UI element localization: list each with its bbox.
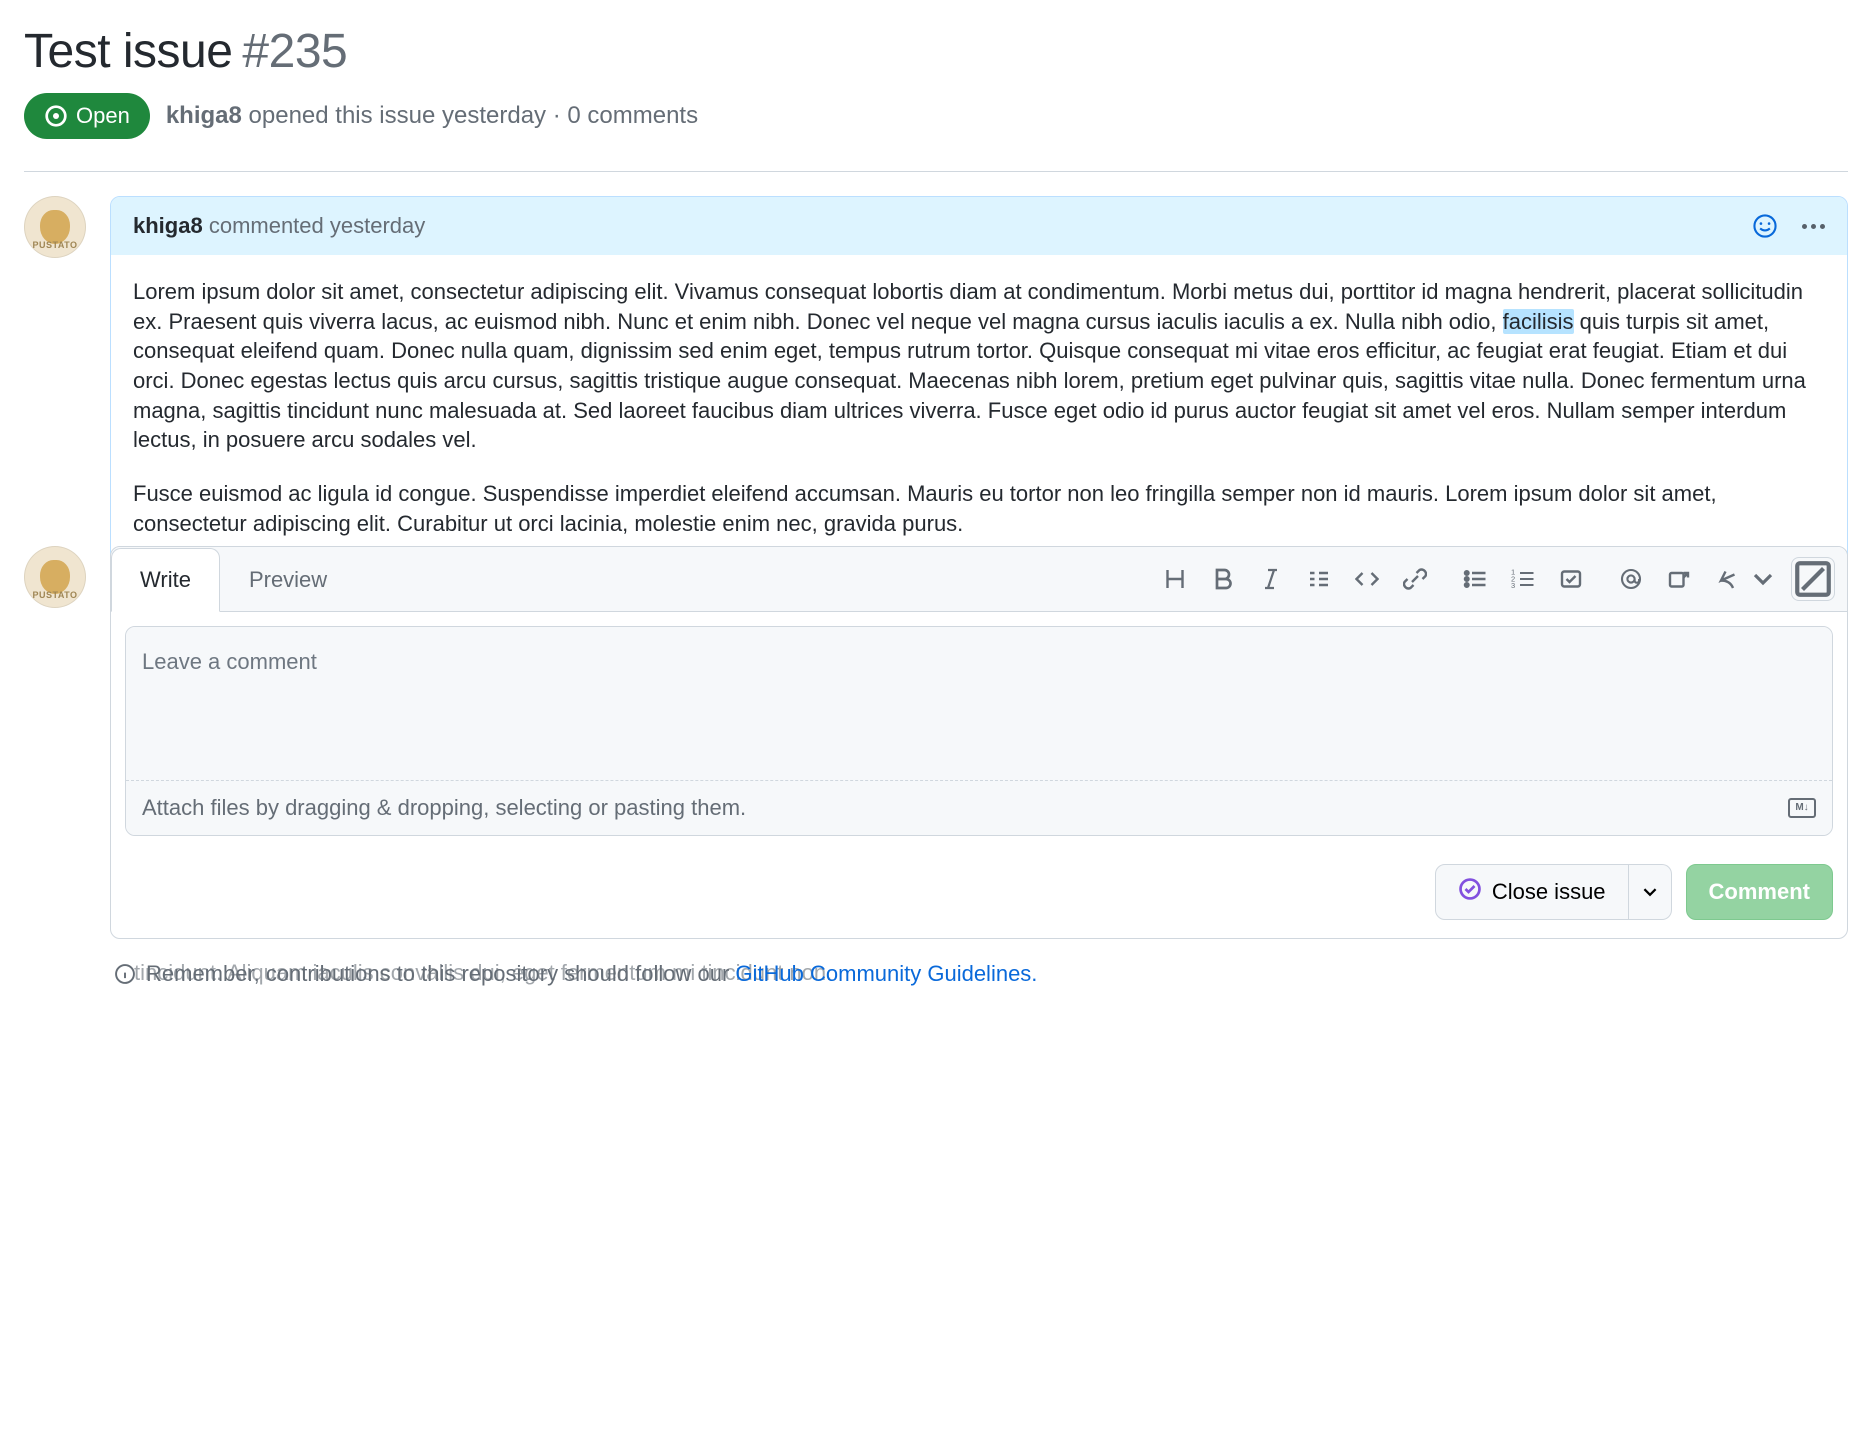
tab-write[interactable]: Write: [111, 548, 220, 612]
compose-actions: Close issue Comment: [111, 850, 1847, 938]
comment-menu-button[interactable]: [1802, 224, 1825, 229]
comment-button[interactable]: Comment: [1686, 864, 1833, 920]
issue-open-icon: [44, 104, 68, 128]
divider: [24, 171, 1848, 172]
mention-icon[interactable]: [1609, 557, 1653, 601]
comment-time: commented yesterday: [209, 213, 425, 238]
guidelines-footer: tincidunt. Aliquam iaculis convallis dui…: [24, 961, 1848, 987]
issue-title: Test issue #235: [24, 24, 1848, 79]
link-icon[interactable]: [1393, 557, 1437, 601]
issue-title-text: Test issue: [24, 24, 232, 79]
svg-text:3: 3: [1511, 581, 1515, 590]
collapse-icon[interactable]: [1791, 557, 1835, 601]
issue-closed-icon: [1458, 877, 1482, 907]
issue-author[interactable]: khiga8: [166, 102, 242, 129]
add-reaction-button[interactable]: [1752, 213, 1778, 239]
avatar[interactable]: PUSTATO: [24, 196, 86, 258]
bold-icon[interactable]: [1201, 557, 1245, 601]
cross-reference-icon[interactable]: [1657, 557, 1701, 601]
issue-state-badge: Open: [24, 93, 150, 139]
issue-meta: khiga8 opened this issue yesterday · 0 c…: [166, 102, 698, 130]
highlighted-text: facilisis: [1503, 309, 1574, 334]
attach-hint[interactable]: Attach files by dragging & dropping, sel…: [126, 781, 1832, 835]
comment-header: khiga8 commented yesterday: [111, 197, 1847, 255]
info-icon: [114, 963, 136, 985]
comment-box: khiga8 commented yesterday Lorem ipsum d…: [110, 196, 1848, 586]
close-issue-dropdown[interactable]: [1629, 864, 1672, 920]
comment-count: 0 comments: [567, 102, 698, 129]
tab-preview[interactable]: Preview: [220, 548, 356, 612]
italic-icon[interactable]: [1249, 557, 1293, 601]
comment-author[interactable]: khiga8: [133, 213, 203, 238]
close-issue-button[interactable]: Close issue: [1435, 864, 1629, 920]
issue-header: Test issue #235 Open khiga8 opened this …: [24, 24, 1848, 155]
code-icon[interactable]: [1345, 557, 1389, 601]
md-toolbar: 123: [1145, 557, 1835, 601]
tasklist-icon[interactable]: [1549, 557, 1593, 601]
quote-icon[interactable]: [1297, 557, 1341, 601]
reply-icon[interactable]: [1705, 557, 1749, 601]
unordered-list-icon[interactable]: [1453, 557, 1497, 601]
chevron-down-icon[interactable]: [1753, 557, 1773, 601]
issue-subheader: Open khiga8 opened this issue yesterday …: [24, 93, 1848, 139]
compose-box: Write Preview 123: [110, 546, 1848, 939]
state-label: Open: [76, 103, 130, 129]
issue-number: #235: [242, 24, 347, 79]
compose-tabs: Write Preview 123: [111, 547, 1847, 612]
timeline: PUSTATO khiga8 commented yesterday Lorem…: [24, 196, 1848, 939]
textarea-wrap: Attach files by dragging & dropping, sel…: [125, 626, 1833, 836]
heading-icon[interactable]: [1153, 557, 1197, 601]
guidelines-link[interactable]: GitHub Community Guidelines.: [735, 961, 1037, 986]
markdown-icon[interactable]: M↓: [1788, 798, 1816, 818]
comment-body: Lorem ipsum dolor sit amet, consectetur …: [111, 255, 1847, 585]
ordered-list-icon[interactable]: 123: [1501, 557, 1545, 601]
comment-textarea[interactable]: [126, 627, 1832, 777]
avatar[interactable]: PUSTATO: [24, 546, 86, 608]
